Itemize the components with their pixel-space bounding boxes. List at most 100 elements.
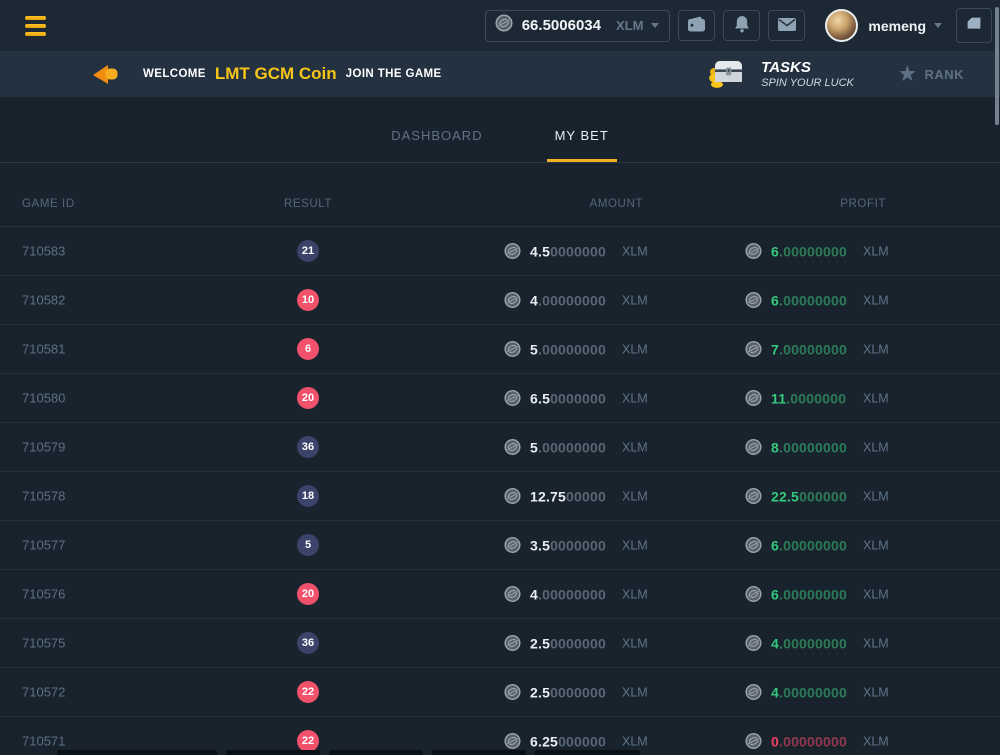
- stellar-coin-icon: [745, 684, 762, 701]
- result-badge: 10: [297, 289, 319, 311]
- chevron-down-icon[interactable]: [651, 23, 659, 28]
- result-badge: 18: [297, 485, 319, 507]
- amount-cell: 6.50000000 XLM: [504, 390, 669, 407]
- clipped-element: [535, 750, 640, 755]
- stellar-coin-icon: [504, 439, 521, 456]
- scrollbar[interactable]: [995, 7, 999, 125]
- result-cell: 5: [297, 534, 319, 556]
- clipped-element: [329, 750, 423, 755]
- table-row[interactable]: 710581 6 5.00000000 XLM: [0, 325, 1000, 374]
- table-row[interactable]: 710572 22 2.50000000 XLM: [0, 668, 1000, 717]
- amount-value: 6.25000000: [530, 733, 606, 749]
- table-row[interactable]: 710576 20 4.00000000 XLM: [0, 570, 1000, 619]
- topbar-right: 66.5006034 XLM: [485, 8, 992, 43]
- balance-widget[interactable]: 66.5006034 XLM: [485, 10, 671, 42]
- amount-value: 4.00000000: [530, 292, 606, 308]
- user-menu[interactable]: memeng: [825, 9, 942, 42]
- game-id: 710571: [22, 734, 65, 749]
- amount-cell: 2.50000000 XLM: [504, 684, 669, 701]
- profit-cell: 11.0000000 XLM: [745, 390, 910, 407]
- stellar-coin-icon: [745, 341, 762, 358]
- game-id: 710572: [22, 685, 65, 700]
- currency-label: XLM: [863, 538, 889, 552]
- wallet-icon: [687, 16, 706, 35]
- messages-button[interactable]: [768, 10, 805, 41]
- stellar-coin-icon: [504, 341, 521, 358]
- stellar-coin-icon: [745, 537, 762, 554]
- amount-cell: 4.50000000 XLM: [504, 243, 669, 260]
- amount-cell: 5.00000000 XLM: [504, 439, 669, 456]
- stellar-coin-icon: [504, 586, 521, 603]
- tasks-text: TASKS SPIN YOUR LUCK: [761, 59, 854, 88]
- game-id: 710581: [22, 342, 65, 357]
- game-id: 710577: [22, 538, 65, 553]
- profit-value: 22.5000000: [771, 488, 847, 504]
- envelope-icon: [778, 18, 796, 34]
- game-id: 710578: [22, 489, 65, 504]
- stellar-coin-icon: [495, 14, 513, 37]
- welcome-prefix: WELCOME: [143, 68, 206, 80]
- profit-cell: 7.00000000 XLM: [745, 341, 910, 358]
- game-id: 710583: [22, 244, 65, 259]
- stellar-coin-icon: [745, 390, 762, 407]
- wallet-button[interactable]: [678, 10, 715, 41]
- amount-value: 3.50000000: [530, 537, 606, 553]
- tab-dashboard[interactable]: DASHBOARD: [383, 97, 490, 162]
- table-row[interactable]: 710577 5 3.50000000 XLM: [0, 521, 1000, 570]
- amount-cell: 4.00000000 XLM: [504, 292, 669, 309]
- chevron-down-icon: [934, 23, 942, 28]
- currency-label: XLM: [622, 244, 648, 258]
- stellar-coin-icon: [745, 733, 762, 750]
- topbar: 66.5006034 XLM: [0, 0, 1000, 51]
- hamburger-menu-button[interactable]: [25, 16, 46, 36]
- app: 66.5006034 XLM: [0, 0, 1000, 755]
- amount-cell: 4.00000000 XLM: [504, 586, 669, 603]
- table-row[interactable]: 710580 20 6.50000000 XLM: [0, 374, 1000, 423]
- table-row[interactable]: 710579 36 5.00000000 XLM: [0, 423, 1000, 472]
- result-cell: 36: [297, 436, 319, 458]
- result-cell: 6: [297, 338, 319, 360]
- profit-value: 6.00000000: [771, 586, 847, 602]
- table-row[interactable]: 710578 18 12.7500000 XLM: [0, 472, 1000, 521]
- amount-cell: 12.7500000 XLM: [504, 488, 669, 505]
- result-cell: 18: [297, 485, 319, 507]
- game-id: 710576: [22, 587, 65, 602]
- announcement-message: WELCOME LMT GCM Coin JOIN THE GAME: [92, 62, 442, 86]
- table-row[interactable]: 710583 21 4.50000000 XLM: [0, 227, 1000, 276]
- tabs: DASHBOARD MY BET: [0, 97, 1000, 163]
- table-row[interactable]: 710575 36 2.50000000 XLM: [0, 619, 1000, 668]
- clipped-element: [226, 750, 320, 755]
- result-cell: 20: [297, 583, 319, 605]
- stellar-coin-icon: [504, 733, 521, 750]
- tasks-widget[interactable]: TASKS SPIN YOUR LUCK: [707, 55, 854, 94]
- hamburger-bar: [25, 24, 46, 28]
- table-row[interactable]: 710582 10 4.00000000 XLM: [0, 276, 1000, 325]
- profit-value: 6.00000000: [771, 292, 847, 308]
- amount-value: 4.00000000: [530, 586, 606, 602]
- stellar-coin-icon: [745, 488, 762, 505]
- profit-value: 8.00000000: [771, 439, 847, 455]
- game-id: 710575: [22, 636, 65, 651]
- currency-label: XLM: [863, 489, 889, 503]
- stellar-coin-icon: [745, 586, 762, 603]
- coin-name: LMT GCM Coin: [215, 64, 337, 84]
- rank-label: RANK: [924, 67, 964, 82]
- header-profit: PROFIT: [746, 198, 886, 210]
- rank-widget[interactable]: ★ RANK: [899, 65, 964, 84]
- treasure-chest-icon: [707, 55, 749, 94]
- currency-label: XLM: [863, 391, 889, 405]
- clipped-bottom-row: [0, 750, 1000, 755]
- currency-label: XLM: [863, 734, 889, 748]
- amount-value: 4.50000000: [530, 243, 606, 259]
- clipped-element: [57, 750, 217, 755]
- result-badge: 22: [297, 681, 319, 703]
- currency-label: XLM: [863, 440, 889, 454]
- tasks-subtitle: SPIN YOUR LUCK: [761, 77, 854, 89]
- stellar-coin-icon: [504, 635, 521, 652]
- result-cell: 21: [297, 240, 319, 262]
- amount-cell: 2.50000000 XLM: [504, 635, 669, 652]
- chat-toggle-button[interactable]: [956, 8, 992, 43]
- notifications-button[interactable]: [723, 10, 760, 41]
- tab-my-bet[interactable]: MY BET: [547, 97, 617, 162]
- currency-label: XLM: [622, 587, 648, 601]
